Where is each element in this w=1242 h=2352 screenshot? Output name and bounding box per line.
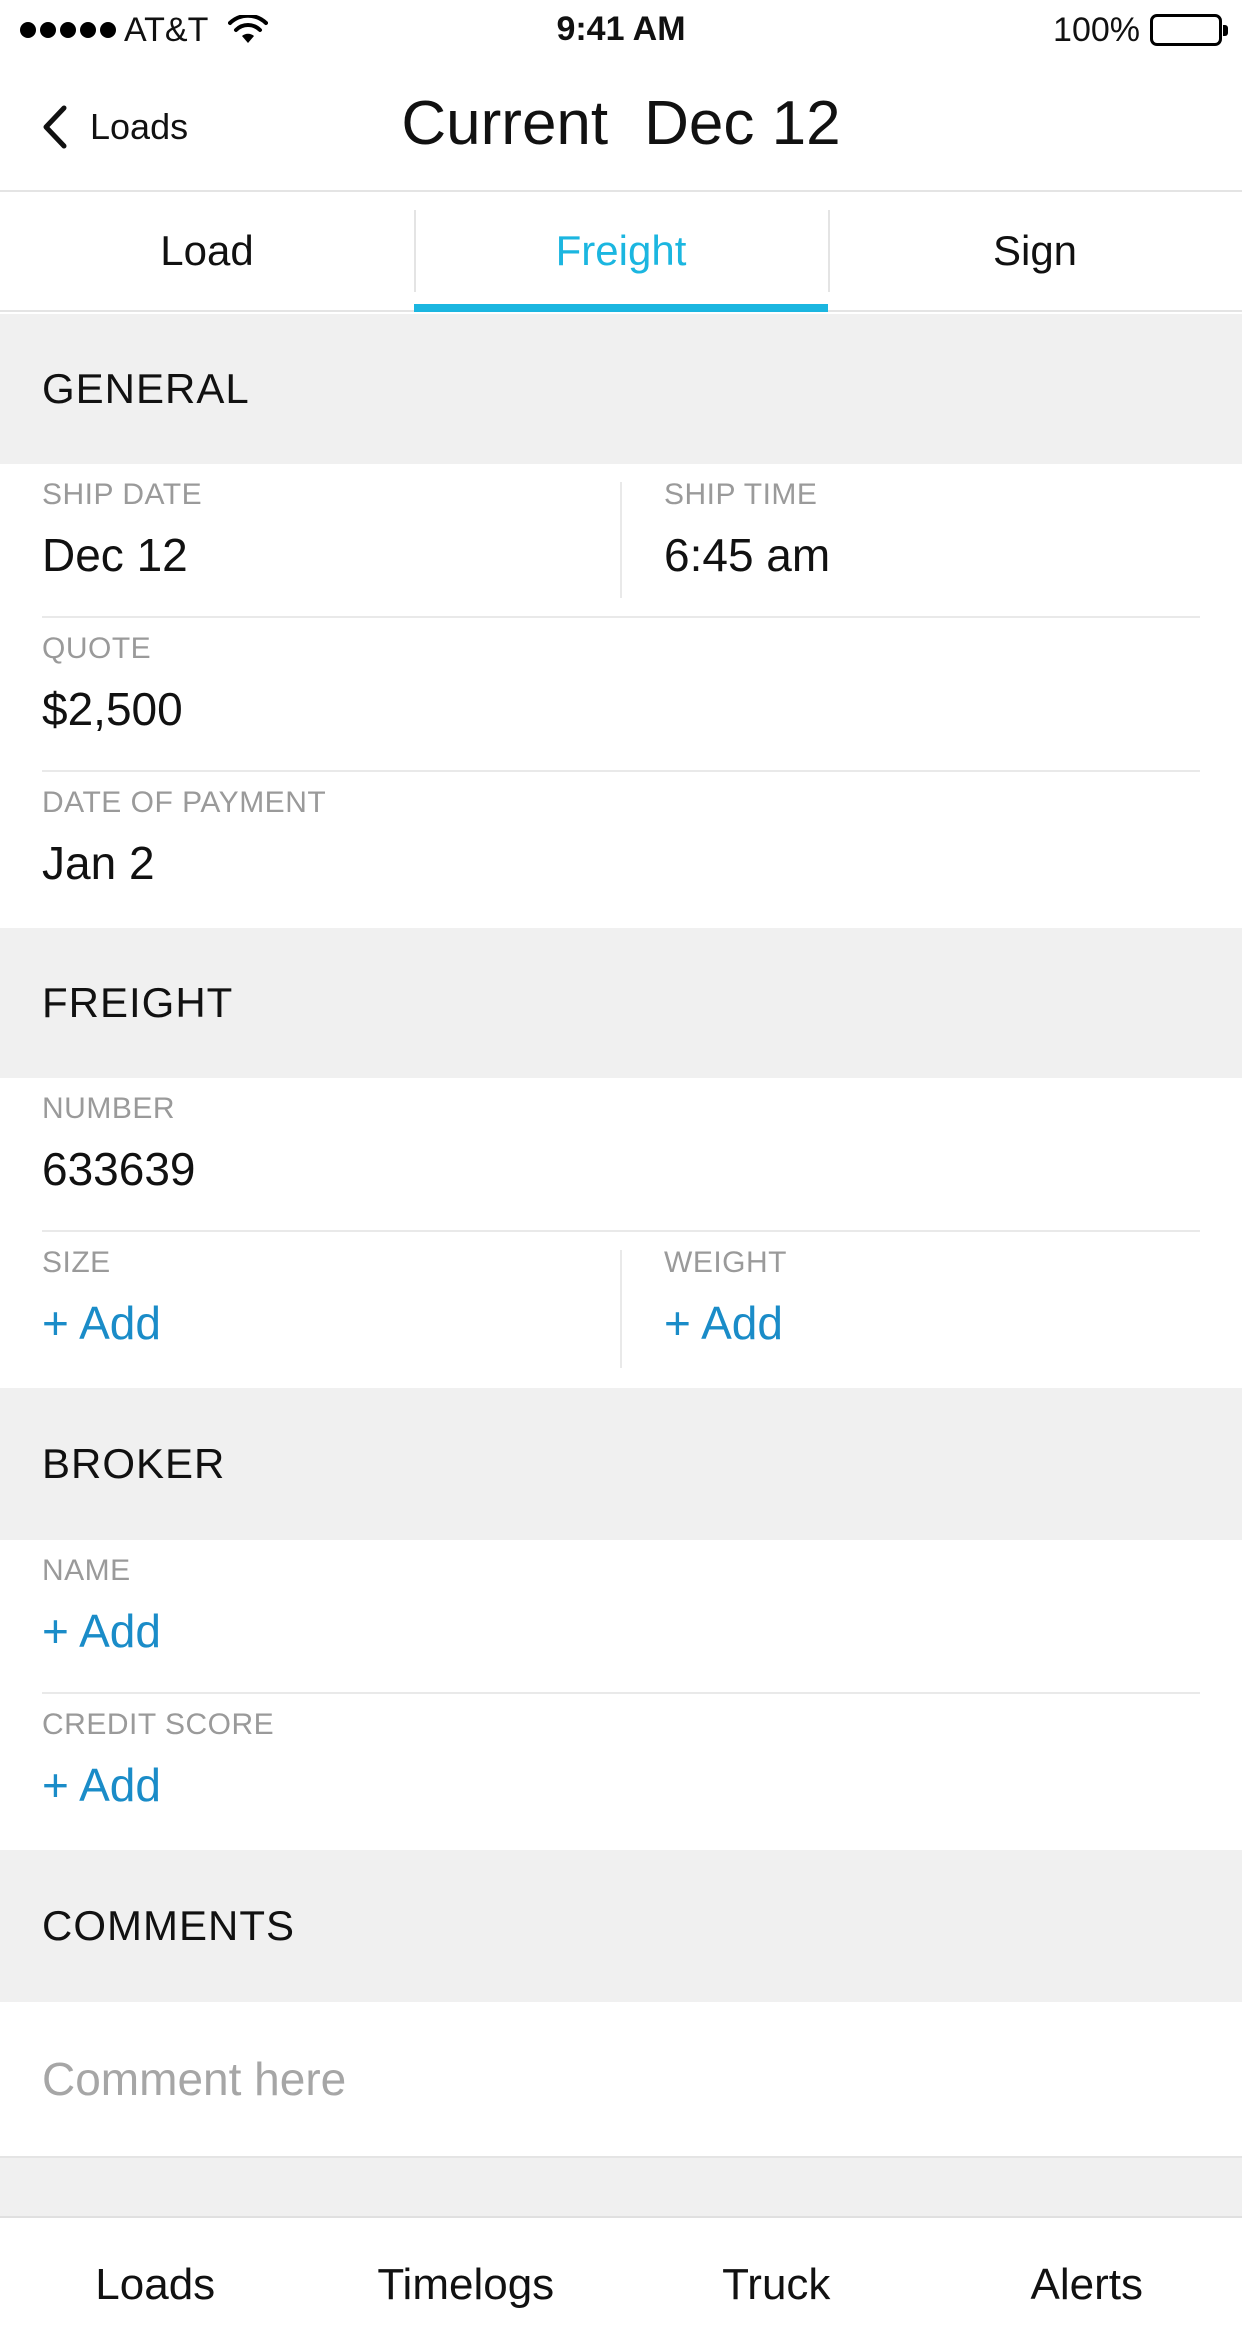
section-header-broker: BROKER: [0, 1388, 1242, 1540]
credit-score-label: CREDIT SCORE: [42, 1708, 275, 1741]
freight-number-field[interactable]: NUMBER 633639: [42, 1078, 1200, 1230]
tab-load[interactable]: Load: [0, 192, 414, 310]
section-header-comments: COMMENTS: [0, 1850, 1242, 2002]
date-of-payment-value: Jan 2: [42, 837, 155, 889]
credit-score-row: CREDIT SCORE + Add: [42, 1694, 1200, 1848]
broker-name-field: NAME + Add: [42, 1540, 1200, 1692]
size-label: SIZE: [42, 1246, 111, 1279]
quote-label: QUOTE: [42, 632, 152, 665]
tabbar-timelogs[interactable]: Timelogs: [311, 2218, 622, 2352]
general-fields: SHIP DATE Dec 12 SHIP TIME 6:45 am QUOTE…: [0, 464, 1242, 928]
tabbar-loads[interactable]: Loads: [0, 2218, 311, 2352]
credit-score-field: CREDIT SCORE + Add: [42, 1694, 1200, 1848]
status-bar: AT&T 9:41 AM 100%: [0, 0, 1242, 60]
title-date: Dec 12: [644, 89, 841, 158]
add-weight-button[interactable]: + Add: [664, 1296, 783, 1350]
broker-name-row: NAME + Add: [42, 1540, 1200, 1694]
ship-date-time-row: SHIP DATE Dec 12 SHIP TIME 6:45 am: [42, 464, 1200, 618]
date-of-payment-field[interactable]: DATE OF PAYMENT Jan 2: [42, 772, 1200, 926]
battery-icon: [1150, 14, 1228, 46]
freight-fields: NUMBER 633639 SIZE + Add WEIGHT + Add: [0, 1078, 1242, 1388]
title-status: Current: [401, 89, 609, 158]
navigation-bar: Loads Current Dec 12: [0, 60, 1242, 192]
weight-field: WEIGHT + Add: [664, 1232, 1200, 1386]
number-value: 633639: [42, 1143, 196, 1195]
size-field: SIZE + Add: [42, 1246, 622, 1368]
comment-input[interactable]: [0, 2002, 1242, 2156]
broker-fields: NAME + Add CREDIT SCORE + Add: [0, 1540, 1242, 1850]
add-credit-score-button[interactable]: + Add: [42, 1758, 161, 1812]
ship-date-value: Dec 12: [42, 529, 188, 581]
date-of-payment-label: DATE OF PAYMENT: [42, 786, 327, 819]
tab-sign[interactable]: Sign: [828, 192, 1242, 310]
battery-percent: 100%: [1053, 10, 1140, 49]
segment-tabs: Load Freight Sign: [0, 192, 1242, 312]
ship-time-label: SHIP TIME: [664, 478, 818, 511]
bottom-tab-bar: Loads Timelogs Truck Alerts: [0, 2216, 1242, 2352]
number-row: NUMBER 633639: [42, 1078, 1200, 1232]
number-label: NUMBER: [42, 1092, 176, 1125]
broker-name-label: NAME: [42, 1554, 131, 1587]
date-of-payment-row: DATE OF PAYMENT Jan 2: [42, 772, 1200, 926]
quote-field[interactable]: QUOTE $2,500: [42, 618, 1200, 770]
page-title: Current Dec 12: [0, 88, 1242, 159]
tabbar-truck[interactable]: Truck: [621, 2218, 932, 2352]
add-size-button[interactable]: + Add: [42, 1296, 161, 1350]
quote-value: $2,500: [42, 683, 183, 735]
quote-row: QUOTE $2,500: [42, 618, 1200, 772]
section-header-general: GENERAL: [0, 314, 1242, 464]
tabbar-alerts[interactable]: Alerts: [932, 2218, 1242, 2352]
status-right: 100%: [1053, 10, 1228, 50]
bottom-spacer: [0, 2156, 1242, 2216]
weight-label: WEIGHT: [664, 1246, 787, 1279]
ship-time-field[interactable]: SHIP TIME 6:45 am: [664, 464, 1200, 616]
tab-freight[interactable]: Freight: [414, 192, 828, 312]
ship-date-field[interactable]: SHIP DATE Dec 12: [42, 478, 622, 598]
section-header-freight: FREIGHT: [0, 928, 1242, 1078]
ship-time-value: 6:45 am: [664, 529, 831, 581]
add-broker-name-button[interactable]: + Add: [42, 1604, 161, 1658]
size-weight-row: SIZE + Add WEIGHT + Add: [42, 1232, 1200, 1386]
ship-date-label: SHIP DATE: [42, 478, 203, 511]
